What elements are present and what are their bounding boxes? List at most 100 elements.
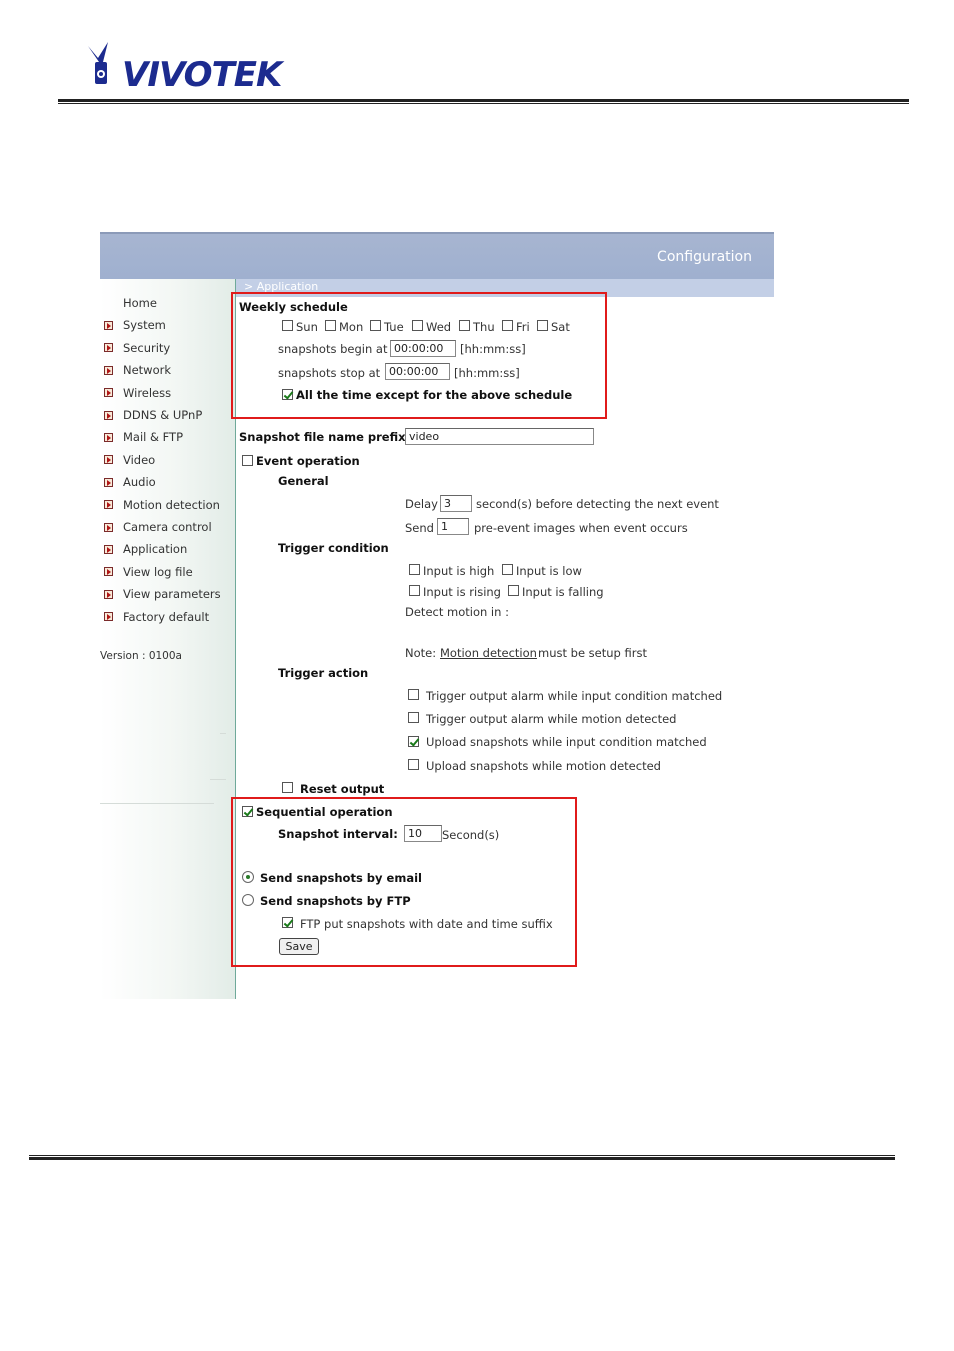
- ftp-suffix-checkbox[interactable]: [282, 917, 293, 928]
- snapshot-interval-input[interactable]: [404, 825, 442, 842]
- bottom-rule-thin: [29, 1155, 895, 1156]
- snapshot-interval-label: Snapshot interval:: [278, 827, 398, 841]
- delay-label: Delay: [405, 497, 438, 511]
- day-checkbox-tue[interactable]: [370, 320, 381, 331]
- send-ftp-label: Send snapshots by FTP: [260, 894, 411, 908]
- weekly-schedule-title: Weekly schedule: [239, 300, 348, 314]
- sidebar-item-label: Camera control: [123, 520, 212, 534]
- sidebar-item-ddns-upnp[interactable]: DDNS & UPnP: [104, 406, 202, 424]
- logo-wordmark: VIVOTEK: [122, 55, 285, 92]
- send-ftp-radio[interactable]: [242, 894, 254, 906]
- sidebar-item-label: Network: [123, 363, 172, 378]
- send-label: Send: [405, 521, 434, 535]
- all-time-checkbox[interactable]: [282, 389, 293, 400]
- arrow-right-icon: [104, 432, 113, 442]
- save-button[interactable]: Save: [279, 938, 319, 955]
- sidebar-item-mail-ftp[interactable]: Mail & FTP: [104, 428, 183, 446]
- sidebar-item-label: Mail & FTP: [123, 430, 184, 445]
- input-low-checkbox[interactable]: [502, 564, 513, 575]
- begin-label: snapshots begin at: [278, 342, 388, 356]
- sidebar: Home System Security Network Wireless DDNS & …: [100, 279, 235, 999]
- send-count-input[interactable]: [437, 518, 469, 535]
- delay-suffix: second(s) before detecting the next even…: [476, 497, 719, 511]
- motion-detection-link[interactable]: Motion detection: [440, 646, 537, 660]
- send-email-label: Send snapshots by email: [260, 871, 422, 885]
- day-checkbox-wed[interactable]: [412, 320, 423, 331]
- sidebar-item-label: Home: [123, 296, 157, 310]
- action-alarm-input-checkbox[interactable]: [408, 689, 419, 700]
- sidebar-item-system[interactable]: System: [104, 316, 166, 334]
- action-upload-input-label: Upload snapshots while input condition m…: [426, 735, 707, 749]
- sidebar-item-label: DDNS & UPnP: [123, 408, 203, 422]
- stop-time-input[interactable]: [385, 363, 450, 380]
- day-checkbox-fri[interactable]: [502, 320, 513, 331]
- day-label-sun: Sun: [296, 320, 318, 334]
- day-label-fri: Fri: [516, 320, 530, 334]
- sidebar-item-label: Security: [123, 340, 171, 355]
- top-rule: [58, 99, 909, 102]
- sidebar-item-network[interactable]: Network: [104, 361, 171, 379]
- sidebar-item-home[interactable]: Home: [104, 294, 157, 312]
- input-falling-checkbox[interactable]: [508, 585, 519, 596]
- divider: [100, 803, 214, 804]
- sequential-operation-checkbox[interactable]: [242, 806, 253, 817]
- sidebar-item-view-parameters[interactable]: View parameters: [104, 585, 221, 603]
- day-checkbox-thu[interactable]: [459, 320, 470, 331]
- input-low-label: Input is low: [516, 564, 582, 578]
- send-email-radio[interactable]: [242, 871, 254, 883]
- sidebar-item-label: Wireless: [123, 385, 172, 400]
- sidebar-item-label: Audio: [123, 475, 156, 490]
- input-high-checkbox[interactable]: [409, 564, 420, 575]
- sidebar-item-label: System: [123, 318, 166, 333]
- sidebar-item-label: Motion detection: [123, 497, 220, 512]
- stop-label: snapshots stop at: [278, 366, 381, 380]
- sidebar-item-label: Factory default: [123, 609, 210, 624]
- sidebar-item-label: View log file: [123, 564, 193, 579]
- delay-input[interactable]: [440, 495, 472, 512]
- sidebar-item-view-log-file[interactable]: View log file: [104, 563, 193, 581]
- input-rising-label: Input is rising: [423, 585, 501, 599]
- input-rising-checkbox[interactable]: [409, 585, 420, 596]
- begin-time-input[interactable]: [390, 340, 456, 357]
- action-alarm-motion-label: Trigger output alarm while motion detect…: [426, 712, 677, 726]
- sidebar-item-security[interactable]: Security: [104, 339, 170, 357]
- day-checkbox-sat[interactable]: [537, 320, 548, 331]
- sidebar-item-application[interactable]: Application: [104, 540, 187, 558]
- version-label: Version : 0100a: [100, 650, 182, 662]
- sidebar-item-factory-default[interactable]: Factory default: [104, 608, 209, 626]
- vivotek-bird-icon: VIVOTEK: [88, 42, 286, 95]
- reset-output-label: Reset output: [300, 782, 385, 796]
- sidebar-item-video[interactable]: Video: [104, 451, 155, 469]
- arrow-right-icon: [104, 544, 113, 554]
- divider: [220, 733, 226, 734]
- day-label-wed: Wed: [426, 320, 452, 334]
- day-label-tue: Tue: [384, 320, 404, 334]
- action-upload-motion-checkbox[interactable]: [408, 759, 419, 770]
- header-bar: Configuration: [100, 232, 774, 279]
- action-alarm-motion-checkbox[interactable]: [408, 712, 419, 723]
- sidebar-item-camera-control[interactable]: Camera control: [104, 518, 212, 536]
- reset-output-checkbox[interactable]: [282, 782, 293, 793]
- arrow-right-icon: [104, 477, 113, 487]
- sidebar-item-motion-detection[interactable]: Motion detection: [104, 496, 220, 514]
- general-label: General: [278, 474, 329, 488]
- input-falling-label: Input is falling: [522, 585, 604, 599]
- action-upload-input-checkbox[interactable]: [408, 736, 419, 747]
- all-time-label: All the time except for the above schedu…: [296, 388, 573, 402]
- page-title: Configuration: [657, 249, 752, 265]
- day-checkbox-mon[interactable]: [325, 320, 336, 331]
- event-operation-checkbox[interactable]: [242, 455, 253, 466]
- prefix-input[interactable]: [405, 428, 594, 445]
- input-high-label: Input is high: [423, 564, 495, 578]
- sidebar-item-audio[interactable]: Audio: [104, 473, 156, 491]
- send-suffix: pre-event images when event occurs: [474, 521, 688, 535]
- prefix-label: Snapshot file name prefix: [239, 430, 406, 444]
- sidebar-item-wireless[interactable]: Wireless: [104, 384, 171, 402]
- stop-format: [hh:mm:ss]: [454, 366, 520, 380]
- sidebar-item-label: Application: [123, 542, 188, 557]
- day-checkbox-sun[interactable]: [282, 320, 293, 331]
- action-alarm-input-label: Trigger output alarm while input conditi…: [426, 689, 723, 703]
- sidebar-item-label: View parameters: [123, 587, 221, 602]
- day-label-sat: Sat: [551, 320, 570, 334]
- bottom-rule: [29, 1157, 895, 1160]
